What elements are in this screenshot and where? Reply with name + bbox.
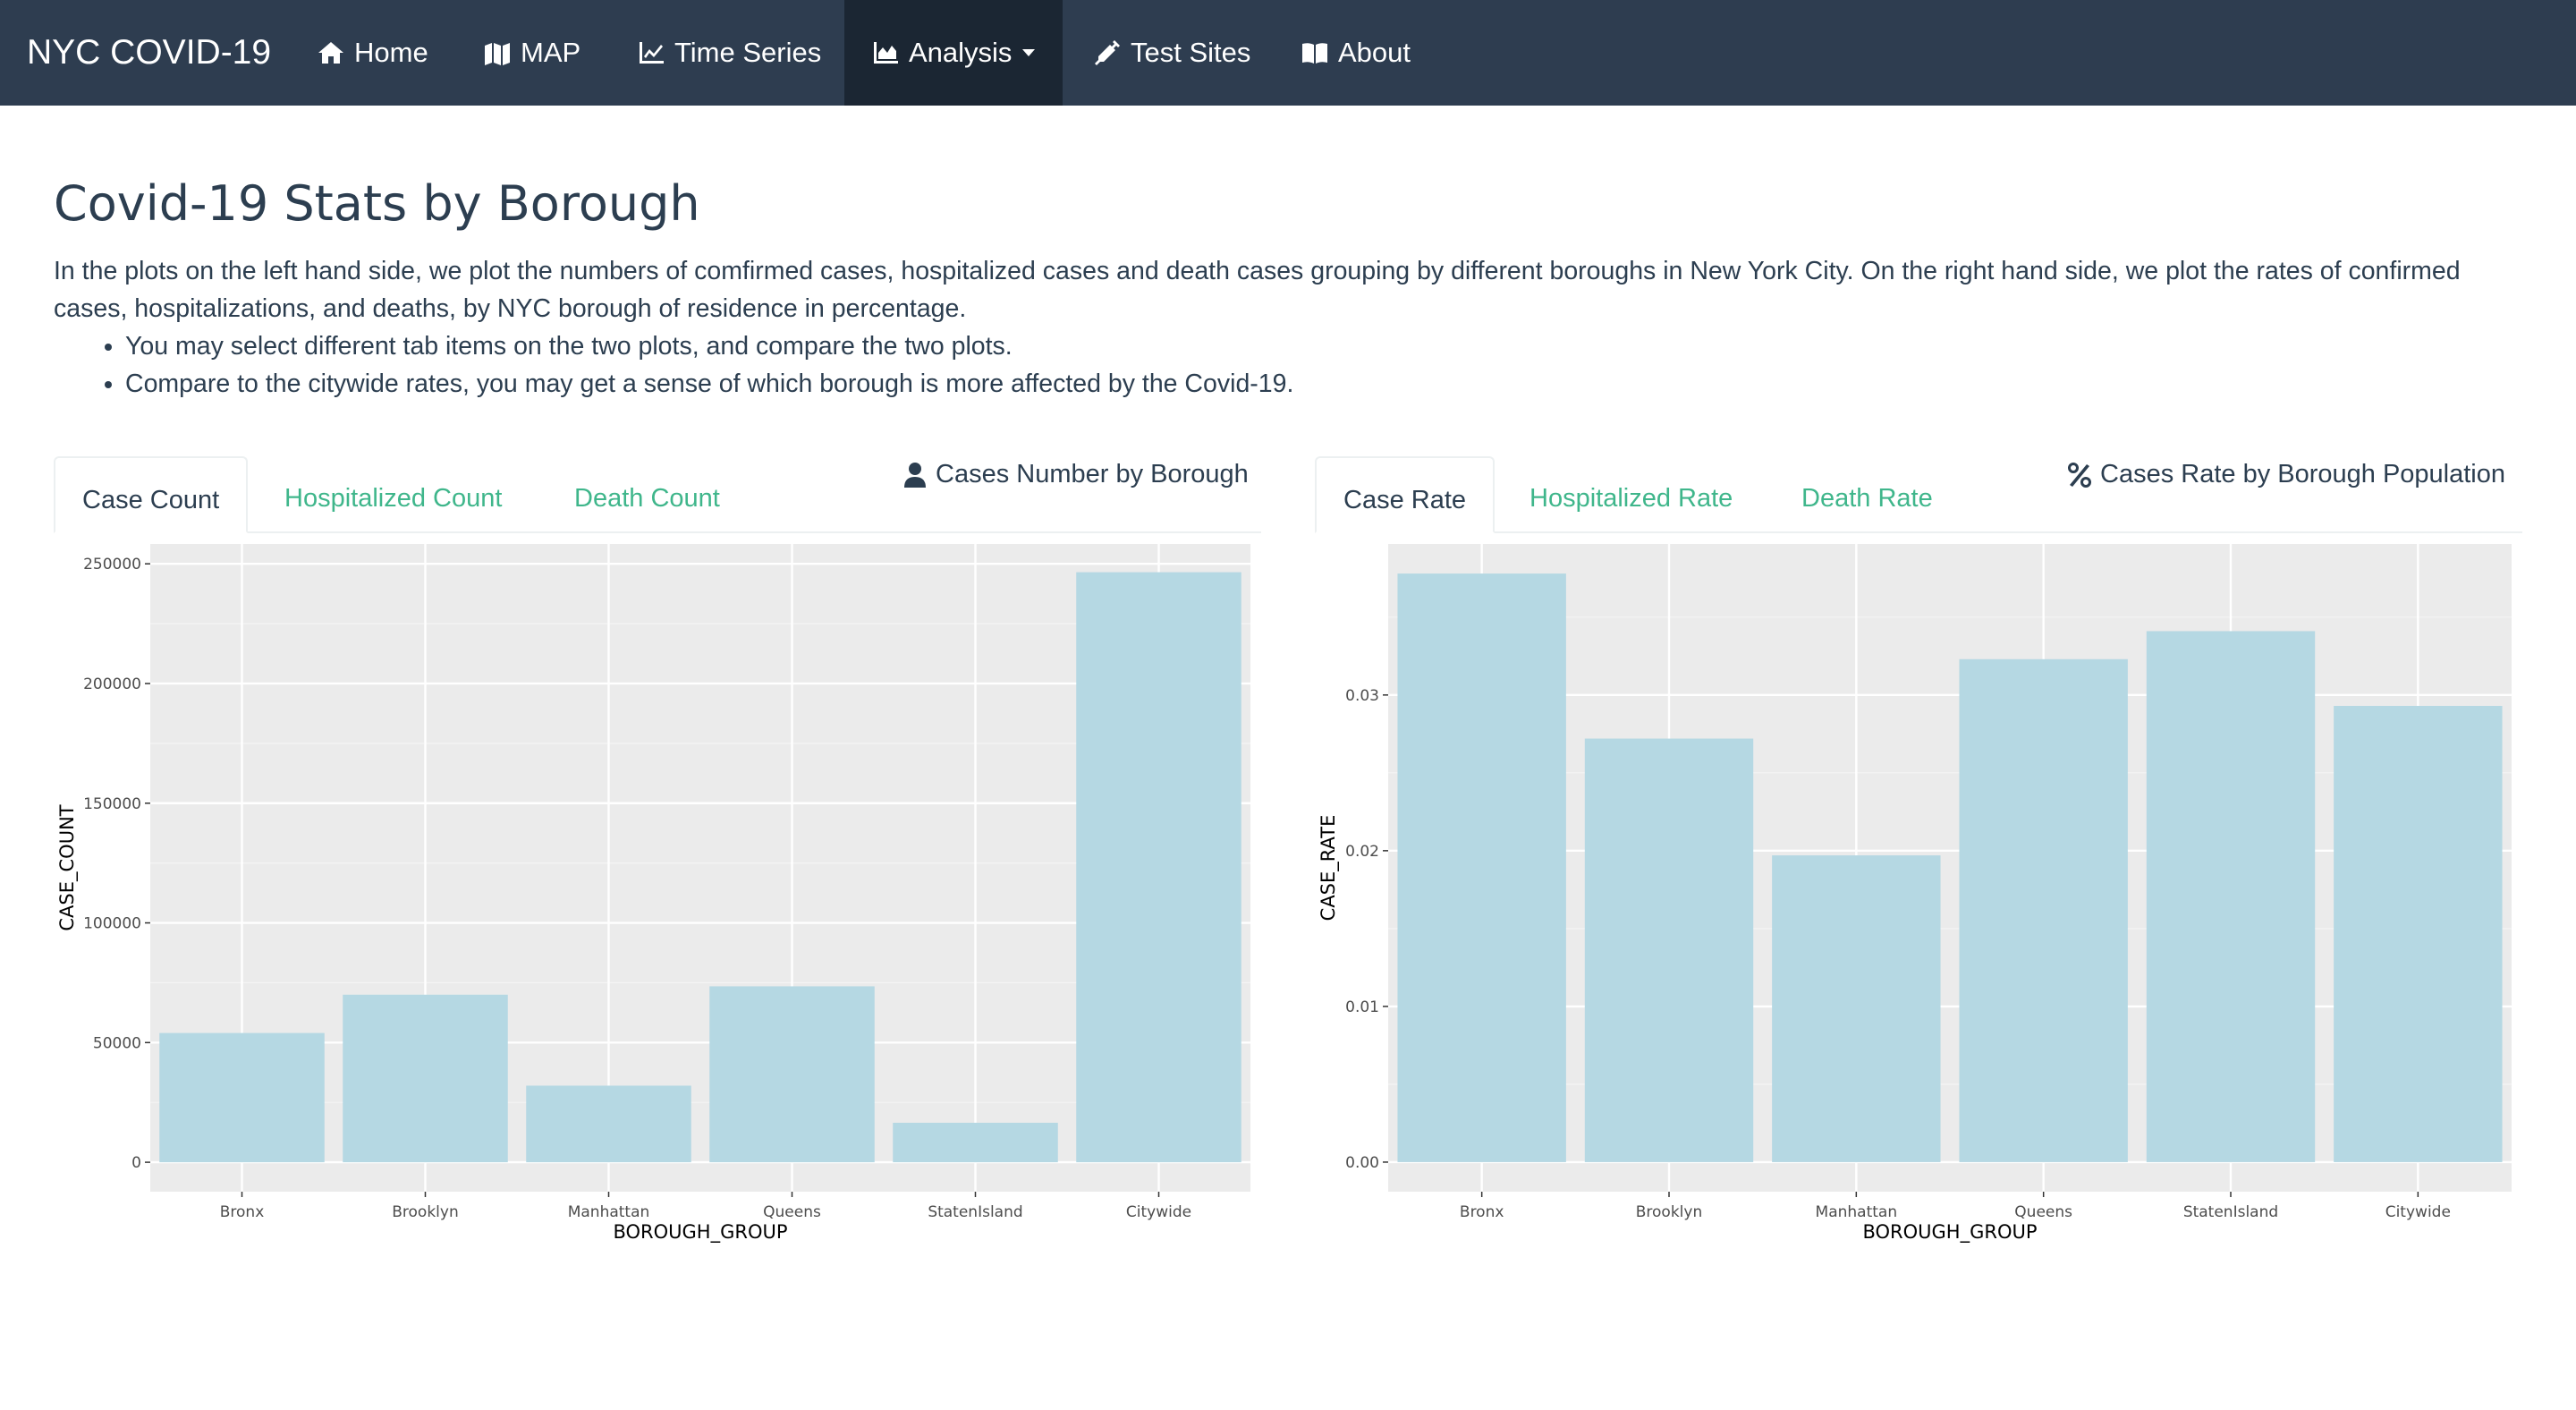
left-panel-title-text: Cases Number by Borough <box>936 460 1249 488</box>
home-icon <box>318 42 343 64</box>
y-tick-label: 0.00 <box>1345 1154 1379 1172</box>
x-tick-label: Bronx <box>1460 1203 1504 1221</box>
x-tick-label: Queens <box>763 1203 821 1221</box>
left-panel-title: Cases Number by Borough <box>903 460 1249 489</box>
bar-queens <box>1959 658 2128 1162</box>
nav-analysis-label: Analysis <box>909 37 1013 68</box>
tab-case-rate[interactable]: Case Rate <box>1315 456 1496 533</box>
tab-hospitalized-rate[interactable]: Hospitalized Rate <box>1530 456 1733 531</box>
nav-map-label: MAP <box>521 37 581 68</box>
nav-time-series-label: Time Series <box>674 37 822 68</box>
bullet-list: You may select different tab items on th… <box>72 327 1293 403</box>
nav-about[interactable]: About <box>1301 0 1411 106</box>
syringe-icon <box>1095 40 1120 65</box>
intro-paragraph: In the plots on the left hand side, we p… <box>54 257 2461 323</box>
bar-queens <box>709 986 875 1163</box>
x-tick-label: Manhattan <box>568 1203 650 1221</box>
area-chart-icon <box>874 42 898 64</box>
y-tick-label: 150000 <box>83 795 141 813</box>
y-tick-label: 250000 <box>83 556 141 573</box>
x-tick-label: StatenIsland <box>2183 1203 2278 1221</box>
chevron-down-icon <box>1022 49 1036 56</box>
nav-about-label: About <box>1338 37 1411 68</box>
right-panel-title: Cases Rate by Borough Population <box>2068 460 2505 489</box>
bar-bronx <box>1397 573 1566 1162</box>
x-tick-label: Bronx <box>220 1203 265 1221</box>
y-tick-label: 0.01 <box>1345 998 1379 1016</box>
y-axis-title: CASE_COUNT <box>56 804 79 930</box>
bar-statenisland <box>893 1122 1058 1163</box>
percent-icon <box>2068 462 2091 488</box>
book-icon <box>1302 43 1327 64</box>
tab-case-count[interactable]: Case Count <box>54 456 249 533</box>
nav-analysis[interactable]: Analysis <box>844 0 1063 106</box>
x-tick-label: Queens <box>2014 1203 2072 1221</box>
user-icon <box>904 462 926 488</box>
bar-manhattan <box>1772 855 1941 1162</box>
y-tick-label: 0.02 <box>1345 843 1379 861</box>
bar-citywide <box>2334 706 2503 1162</box>
page-title: Covid-19 Stats by Borough <box>54 175 700 232</box>
tab-hospitalized-count[interactable]: Hospitalized Count <box>284 456 502 531</box>
x-tick-label: StatenIsland <box>928 1203 1022 1221</box>
map-icon <box>485 43 510 65</box>
x-tick-label: Citywide <box>2385 1203 2451 1221</box>
x-axis-title: BOROUGH_GROUP <box>613 1221 787 1244</box>
y-tick-label: 200000 <box>83 675 141 693</box>
nav-test-sites-label: Test Sites <box>1131 37 1251 68</box>
x-tick-label: Manhattan <box>1816 1203 1898 1221</box>
bar-brooklyn <box>343 994 508 1163</box>
y-tick-label: 50000 <box>93 1034 141 1052</box>
bar-citywide <box>1076 572 1241 1163</box>
nav-home-label: Home <box>354 37 428 68</box>
x-tick-label: Brooklyn <box>1636 1203 1702 1221</box>
nav-time-series[interactable]: Time Series <box>637 0 821 106</box>
line-chart-icon <box>640 42 664 64</box>
brand[interactable]: NYC COVID-19 <box>27 0 271 106</box>
x-axis-title: BOROUGH_GROUP <box>1862 1221 2037 1244</box>
tab-death-count[interactable]: Death Count <box>574 456 720 531</box>
y-axis-title: CASE_RATE <box>1318 815 1340 922</box>
tab-death-rate[interactable]: Death Rate <box>1801 456 1933 531</box>
y-tick-label: 0.03 <box>1345 687 1379 705</box>
bullet-item: Compare to the citywide rates, you may g… <box>125 365 1293 403</box>
x-tick-label: Brooklyn <box>392 1203 458 1221</box>
nav-home[interactable]: Home <box>317 0 428 106</box>
nav-test-sites[interactable]: Test Sites <box>1093 0 1250 106</box>
bar-statenisland <box>2146 631 2316 1162</box>
bar-brooklyn <box>1584 738 1754 1162</box>
bar-manhattan <box>526 1085 691 1163</box>
bullet-item: You may select different tab items on th… <box>125 327 1293 365</box>
right-panel-title-text: Cases Rate by Borough Population <box>2100 460 2506 488</box>
x-tick-label: Citywide <box>1126 1203 1191 1221</box>
bar-bronx <box>159 1032 325 1163</box>
y-tick-label: 100000 <box>83 915 141 933</box>
y-tick-label: 0 <box>131 1154 141 1172</box>
navbar: NYC COVID-19 Home MAP Time Series Analys… <box>0 0 2576 106</box>
case-count-chart: 0 50000 100000 150000 200000 250000 Bronx Brook… <box>56 544 1250 1244</box>
nav-map[interactable]: MAP <box>483 0 580 106</box>
case-rate-chart: 0.00 0.01 0.02 0.03 Bronx Brooklyn Manhattan Qu… <box>1318 544 2512 1244</box>
